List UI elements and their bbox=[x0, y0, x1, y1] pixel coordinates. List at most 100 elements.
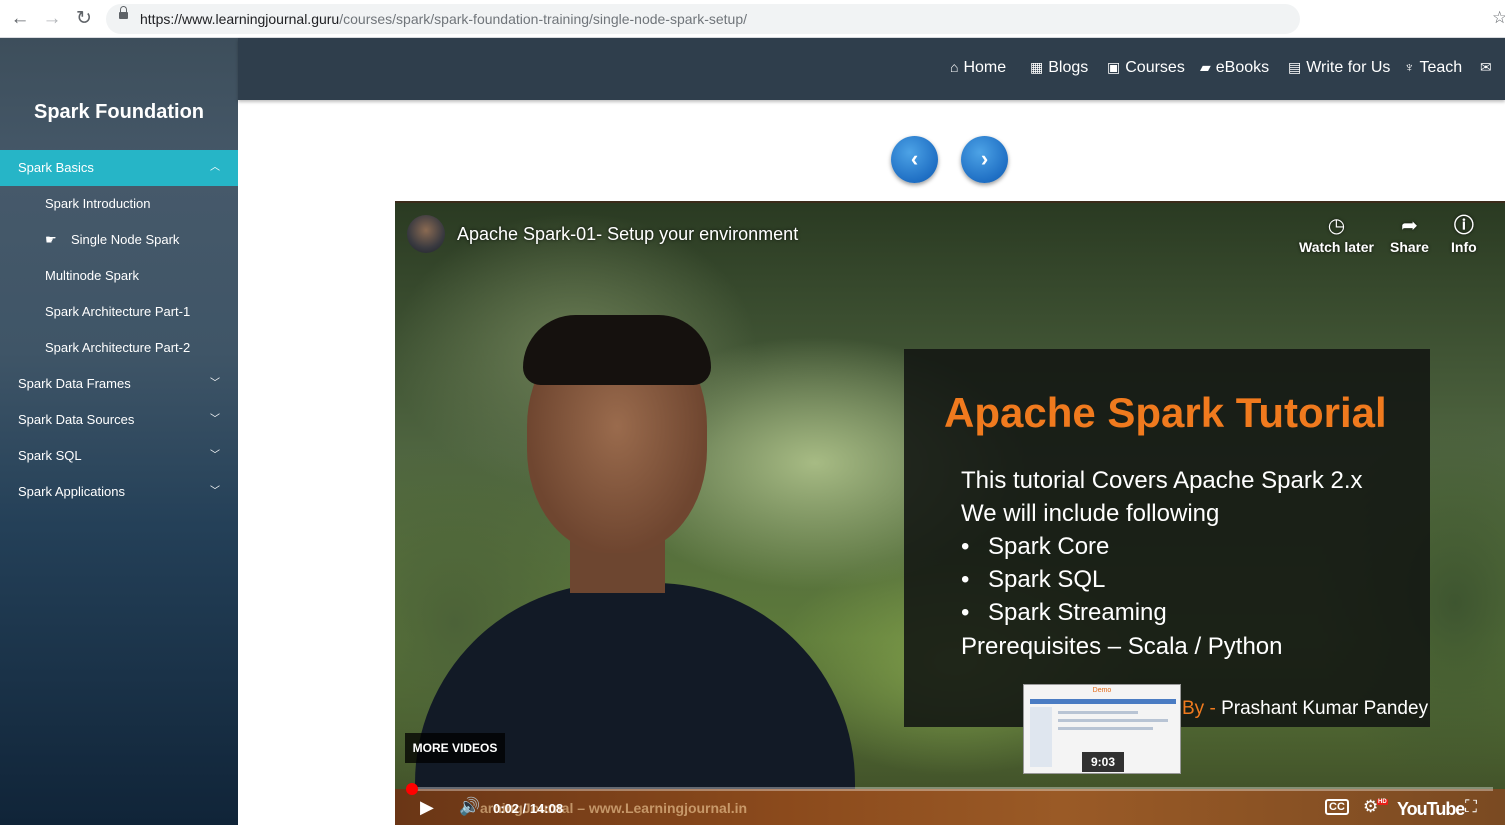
chevron-down-icon: ﹀ bbox=[210, 450, 220, 461]
nav-label: Teach bbox=[1419, 59, 1463, 76]
sidebar-section-label: Spark Data Frames bbox=[18, 376, 131, 391]
sidebar-section-spark-sql[interactable]: Spark SQL ﹀ bbox=[0, 438, 238, 474]
thumbnail-toolbar bbox=[1030, 699, 1176, 704]
sidebar-item-spark-architecture-part-2[interactable]: Spark Architecture Part-2 bbox=[0, 330, 238, 366]
url-host: https://www.learningjournal.guru bbox=[140, 11, 340, 27]
slide-bullet: • Spark Streaming bbox=[961, 599, 1167, 627]
info-icon: ⓘ bbox=[1453, 215, 1474, 237]
youtube-logo[interactable]: YouTube bbox=[1397, 799, 1465, 820]
slide-bullet-text: Spark Core bbox=[988, 533, 1110, 560]
chevron-left-icon: ‹ bbox=[910, 146, 919, 171]
share-button[interactable]: ➦ Share bbox=[1390, 213, 1429, 255]
play-square-icon: ▣ bbox=[1107, 59, 1121, 75]
nav-ebooks[interactable]: ▰ eBooks bbox=[1200, 59, 1269, 77]
watch-later-button[interactable]: ◷ Watch later bbox=[1299, 213, 1374, 255]
slide-line: This tutorial Covers Apache Spark 2.x bbox=[961, 467, 1363, 494]
nav-contact[interactable]: ✉ bbox=[1480, 59, 1497, 77]
previous-lesson-button[interactable]: ‹ bbox=[891, 136, 938, 183]
channel-avatar[interactable] bbox=[407, 215, 445, 253]
teach-icon: ♆ bbox=[1404, 59, 1415, 75]
slide-line: We will include following bbox=[961, 500, 1220, 527]
bullet-icon: • bbox=[961, 533, 970, 560]
nav-teach[interactable]: ♆ Teach bbox=[1404, 59, 1462, 77]
nav-label: Write for Us bbox=[1306, 59, 1391, 76]
sidebar-section-spark-applications[interactable]: Spark Applications ﹀ bbox=[0, 474, 238, 510]
next-lesson-button[interactable]: › bbox=[961, 136, 1008, 183]
nav-home[interactable]: ⌂ Home bbox=[950, 59, 1006, 77]
sidebar-item-label: Multinode Spark bbox=[45, 268, 139, 283]
hd-badge: HD bbox=[1377, 799, 1388, 805]
progress-bar[interactable] bbox=[407, 787, 1493, 791]
thumbnail-demo-label: Demo bbox=[1092, 687, 1112, 694]
play-icon[interactable]: ▶ bbox=[420, 797, 434, 818]
hand-pointer-icon: ☛ bbox=[45, 232, 57, 247]
presenter-hair bbox=[523, 315, 711, 385]
back-arrow-icon[interactable]: ← bbox=[9, 8, 31, 30]
sidebar-item-label: Spark Architecture Part-2 bbox=[45, 340, 191, 355]
seek-preview-thumbnail: Demo 9:03 bbox=[1023, 684, 1181, 774]
sidebar-item-multinode-spark[interactable]: Multinode Spark bbox=[0, 258, 238, 294]
forward-arrow-icon[interactable]: → bbox=[41, 8, 63, 30]
slide-title: Apache Spark Tutorial bbox=[944, 389, 1387, 436]
edit-icon: ▤ bbox=[1288, 59, 1302, 75]
watch-later-label: Watch later bbox=[1299, 239, 1374, 255]
progress-scrubber[interactable] bbox=[406, 783, 418, 795]
slide-bullet: • Spark SQL bbox=[961, 566, 1105, 594]
slide-bullet: • Spark Core bbox=[961, 533, 1109, 561]
video-title[interactable]: Apache Spark-01- Setup your environment bbox=[457, 224, 798, 245]
chevron-down-icon: ﹀ bbox=[210, 378, 220, 389]
slide-line: Prerequisites – Scala / Python bbox=[961, 633, 1283, 660]
sidebar-title: Spark Foundation bbox=[34, 101, 204, 123]
nav-courses[interactable]: ▣ Courses bbox=[1107, 59, 1185, 77]
nav-label: Home bbox=[963, 59, 1007, 76]
grid-icon: ▦ bbox=[1030, 59, 1044, 75]
time-display: 0:02 / 14:08 bbox=[493, 801, 564, 816]
url-path: /courses/spark/spark-foundation-training… bbox=[339, 11, 747, 27]
slide-bullet-text: Spark Streaming bbox=[988, 599, 1167, 626]
bullet-icon: • bbox=[961, 566, 970, 593]
more-videos-button[interactable]: MORE VIDEOS bbox=[405, 733, 505, 763]
captions-button[interactable]: CC bbox=[1325, 799, 1349, 815]
reload-icon[interactable]: ↻ bbox=[73, 8, 95, 30]
slide-author: By - Prashant Kumar Pandey bbox=[1182, 698, 1428, 720]
nav-write-for-us[interactable]: ▤ Write for Us bbox=[1288, 59, 1390, 77]
top-navigation: ⌂ Home ▦ Blogs ▣ Courses ▰ eBooks ▤ Write for… bbox=[238, 38, 1505, 100]
nav-label: Blogs bbox=[1048, 59, 1089, 76]
video-player[interactable]: Apache Spark-01- Setup your environment … bbox=[395, 201, 1505, 825]
book-icon: ▰ bbox=[1200, 59, 1211, 75]
tutorial-slide: Apache Spark Tutorial This tutorial Cove… bbox=[904, 349, 1430, 727]
gear-icon[interactable]: ⚙ bbox=[1363, 797, 1378, 817]
nav-label: eBooks bbox=[1215, 59, 1270, 76]
bullet-icon: • bbox=[961, 599, 970, 626]
envelope-icon: ✉ bbox=[1480, 59, 1492, 75]
chevron-down-icon: ﹀ bbox=[210, 486, 220, 497]
fullscreen-icon[interactable]: ⛶ bbox=[1465, 797, 1477, 817]
thumbnail-row bbox=[1058, 727, 1153, 730]
info-label: Info bbox=[1451, 239, 1477, 255]
sidebar: Spark Foundation Spark Basics ︿ Spark In… bbox=[0, 38, 238, 825]
slide-bullet-text: Spark SQL bbox=[988, 566, 1106, 593]
sidebar-item-label: Single Node Spark bbox=[71, 232, 180, 247]
sidebar-item-label: Spark Architecture Part-1 bbox=[45, 304, 191, 319]
lock-icon[interactable] bbox=[119, 6, 128, 19]
volume-icon[interactable]: 🔊 bbox=[459, 797, 480, 817]
sidebar-item-single-node-spark[interactable]: ☛ Single Node Spark bbox=[0, 222, 238, 258]
thumbnail-row bbox=[1058, 719, 1168, 722]
url-text[interactable]: https://www.learningjournal.guru/courses… bbox=[140, 11, 747, 27]
sidebar-section-spark-data-frames[interactable]: Spark Data Frames ﹀ bbox=[0, 366, 238, 402]
sidebar-section-spark-basics[interactable]: Spark Basics ︿ bbox=[0, 150, 238, 186]
share-arrow-icon: ➦ bbox=[1401, 215, 1418, 237]
sidebar-section-spark-data-sources[interactable]: Spark Data Sources ﹀ bbox=[0, 402, 238, 438]
sidebar-section-label: Spark SQL bbox=[18, 448, 82, 463]
clock-icon: ◷ bbox=[1327, 215, 1346, 237]
bookmark-star-icon[interactable]: ☆ bbox=[1492, 8, 1505, 28]
browser-toolbar: ← → ↻ https://www.learningjournal.guru/c… bbox=[0, 0, 1505, 38]
home-icon: ⌂ bbox=[950, 59, 959, 75]
slide-author-name: Prashant Kumar Pandey bbox=[1221, 698, 1429, 719]
sidebar-section-label: Spark Basics bbox=[18, 160, 94, 175]
share-label: Share bbox=[1390, 239, 1429, 255]
sidebar-item-spark-introduction[interactable]: Spark Introduction bbox=[0, 186, 238, 222]
sidebar-item-spark-architecture-part-1[interactable]: Spark Architecture Part-1 bbox=[0, 294, 238, 330]
nav-blogs[interactable]: ▦ Blogs bbox=[1030, 59, 1088, 77]
info-button[interactable]: ⓘ Info bbox=[1451, 213, 1477, 255]
